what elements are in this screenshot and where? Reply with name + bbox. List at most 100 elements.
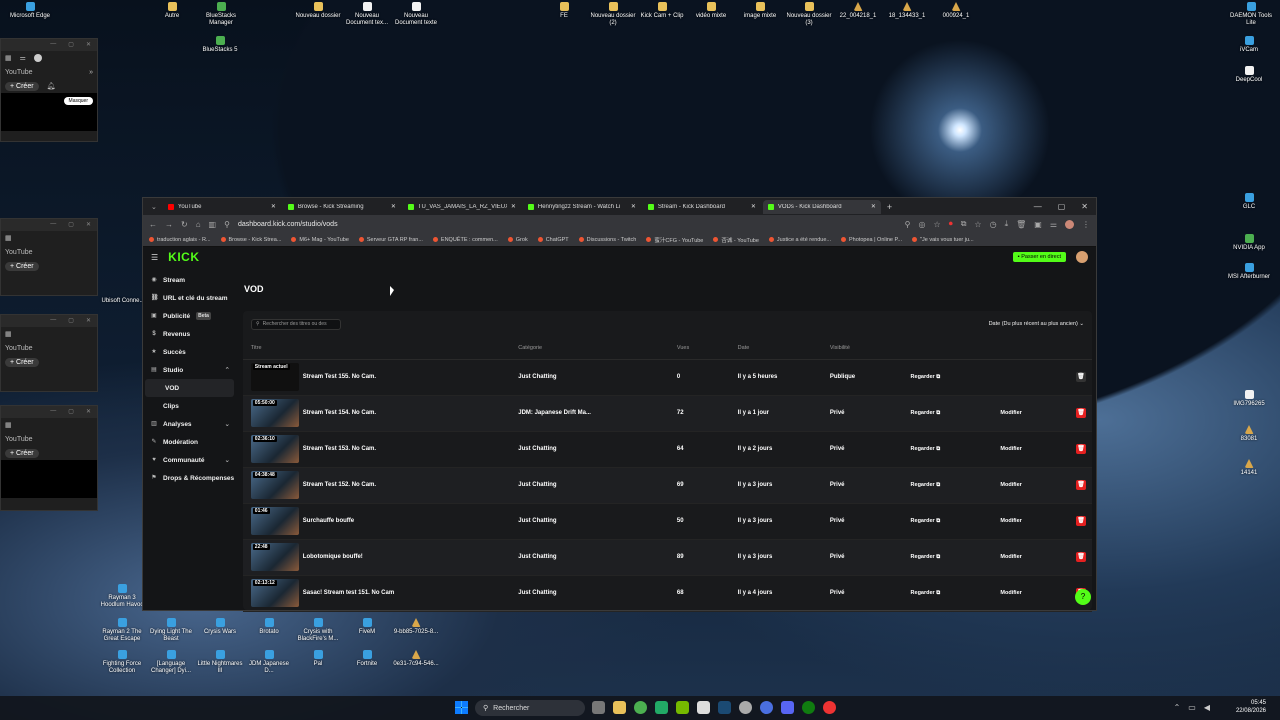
browser-tab[interactable]: Stream - Kick Dashboard ✕ [643, 200, 761, 214]
go-live-button[interactable]: ▪ Passer en direct [1012, 252, 1066, 262]
close-icon[interactable]: ✕ [86, 221, 91, 229]
desktop-icon-ubisoft[interactable]: Ubisoft Conne... [98, 298, 148, 305]
app-icon[interactable] [739, 701, 752, 714]
history-icon[interactable]: ◷ [990, 220, 997, 229]
sidebar-item-revenus[interactable]: $ Revenus [143, 325, 236, 343]
app-icon[interactable] [760, 701, 773, 714]
delete-icon[interactable]: 🗑︎ [1075, 372, 1086, 382]
sidebar-item-stream[interactable]: ◉ Stream [143, 271, 236, 289]
desktop-icon[interactable]: MSI Afterburner [1224, 263, 1274, 281]
browser-tab[interactable]: Hennytingzz Stream - Watch Li ✕ [523, 200, 641, 214]
maximize-icon[interactable]: ▢ [68, 408, 74, 416]
bookmark-item[interactable]: Discussions - Twitch [578, 237, 636, 243]
tab-search-icon[interactable]: ⌄ [147, 203, 161, 211]
avatar[interactable] [1076, 251, 1088, 263]
desktop-icon[interactable]: FiveM [342, 618, 392, 636]
desktop-icon[interactable]: Nouveau Document tex... [342, 2, 392, 27]
home-icon[interactable]: ⌂ [196, 220, 201, 229]
vod-thumbnail[interactable]: 05:50:00 [250, 399, 299, 427]
desktop-icon[interactable]: Nouveau dossier (2) [588, 2, 638, 27]
taskbar-search[interactable]: ⚲ Rechercher [475, 700, 585, 716]
vod-thumbnail[interactable]: 04:38:48 [250, 471, 299, 499]
chevron-right-icon[interactable]: » [89, 69, 93, 76]
edit-button[interactable]: Modifier [994, 443, 1027, 455]
desktop-icon[interactable]: Crysis Wars [195, 618, 245, 636]
minimize-icon[interactable]: — [50, 41, 56, 49]
mini-window[interactable]: — ▢ ✕ ▦ ⚌ YouTube » + Créer 🔔︎ Masquer [0, 38, 98, 142]
desktop-icon[interactable]: Nouveau Document texte [391, 2, 441, 27]
desktop-icon[interactable]: FE [539, 2, 589, 20]
create-button[interactable]: + Créer [5, 261, 39, 271]
favorites-icon[interactable]: ☆ [974, 220, 981, 229]
toolbar-icon[interactable]: ▦ [5, 330, 12, 338]
sidebar-item-publicité[interactable]: ▣ Publicité Beta [143, 307, 236, 325]
edit-button[interactable]: Modifier [994, 479, 1027, 491]
search-input[interactable]: ⚲ Rechercher des titres ou des [251, 318, 341, 330]
table-row[interactable]: 05:50:00 Stream Test 154. No Cam. JDM: Jap… [243, 395, 1092, 432]
eye-off-icon[interactable]: ◎ [919, 220, 926, 229]
desktop-icon[interactable]: 22_004218_1 [833, 2, 883, 20]
delete-icon[interactable]: 🗑︎ [1076, 552, 1086, 562]
bookmark-item[interactable]: traduction aglais - R... [149, 237, 211, 243]
table-row[interactable]: 02:13:12 Sasac! Stream test 151. No Cam Ju… [243, 575, 1092, 612]
desktop-icon[interactable]: 83081 [1224, 425, 1274, 443]
task-view-icon[interactable] [592, 701, 605, 714]
desktop-icon[interactable]: iVCam [1224, 36, 1274, 54]
url-input[interactable]: dashboard.kick.com/studio/vods [238, 221, 897, 228]
bell-icon[interactable]: 🔔︎ [47, 82, 56, 90]
bookmark-item[interactable]: Justice a été rendue... [768, 237, 831, 243]
desktop-icon[interactable]: NVIDIA App [1224, 234, 1274, 252]
steam-icon[interactable] [718, 701, 731, 714]
desktop-icon[interactable]: [Language Changer] Dyi... [146, 650, 196, 675]
sort-dropdown[interactable]: Date (Du plus récent au plus ancien) ⌄ [989, 321, 1084, 327]
edit-button[interactable]: Modifier [994, 515, 1027, 527]
network-icon[interactable]: ▭ [1188, 703, 1196, 712]
help-button[interactable]: ? [1075, 589, 1091, 605]
bookmark-item[interactable]: Browse - Kick Strea... [220, 237, 281, 243]
maximize-icon[interactable]: ▢ [68, 221, 74, 229]
bookmark-item[interactable]: "Je vais vous tuer ju... [912, 237, 974, 243]
sidebar-toggle-icon[interactable]: ▥ [209, 220, 217, 229]
discord-icon[interactable] [781, 701, 794, 714]
maximize-icon[interactable]: ▢ [1058, 202, 1066, 211]
desktop-icon[interactable]: GLC [1224, 193, 1274, 211]
back-icon[interactable]: ← [149, 220, 157, 229]
watch-button[interactable]: Regarder ⧉ [905, 371, 947, 384]
minimize-icon[interactable]: — [50, 221, 56, 229]
browser-window[interactable]: ⌄ YouTube ✕ Browse - Kick Streaming ✕ TU_VAS… [142, 197, 1097, 612]
mini-window[interactable]: — ▢ ✕ ▦ YouTube + Créer [0, 218, 98, 296]
desktop-icon[interactable]: Nouveau dossier [293, 2, 343, 20]
menu-icon[interactable]: ☰ [151, 253, 158, 262]
clock[interactable]: 05:45 22/08/2026 [1236, 699, 1266, 715]
sidebar-item-clips[interactable]: Clips [143, 397, 236, 415]
table-row[interactable]: 04:38:48 Stream Test 152. No Cam. Just Cha… [243, 467, 1092, 504]
sidebar-item-vod[interactable]: VOD [145, 379, 234, 397]
desktop-icon[interactable]: Fighting Force Collection [97, 650, 147, 675]
close-icon[interactable]: ✕ [511, 203, 516, 210]
desktop-icon[interactable]: 18_134433_1 [882, 2, 932, 20]
bookmark-item[interactable]: 蜜汁CFG - YouTube [646, 236, 703, 244]
chevron-up-icon[interactable]: ⌃ [1174, 703, 1181, 712]
nvidia-icon[interactable] [676, 701, 689, 714]
desktop-icon[interactable]: Crysis with BlackFire's M... [293, 618, 343, 643]
column-header[interactable]: Titre [250, 337, 519, 360]
desktop-icon[interactable]: 000924_1 [931, 2, 981, 20]
maximize-icon[interactable]: ▢ [68, 41, 74, 49]
desktop-icon[interactable]: Microsoft Edge [5, 2, 55, 20]
sidebar-item-modération[interactable]: ✎ Modération [143, 433, 236, 451]
column-header[interactable]: Date [737, 337, 830, 360]
app-icon[interactable] [823, 701, 836, 714]
vod-thumbnail[interactable]: 02:13:12 [250, 579, 299, 607]
minimize-icon[interactable]: — [1034, 202, 1042, 211]
column-header[interactable]: Vues [676, 337, 738, 360]
desktop-icon[interactable]: 14141 [1224, 459, 1274, 477]
bookmark-item[interactable]: ChatGPT [537, 237, 569, 243]
minimize-icon[interactable]: — [50, 408, 56, 416]
sidebar-item-communauté[interactable]: ♥ Communauté ⌄ [143, 451, 236, 469]
desktop-icon[interactable]: 0e31-7c94-546... [391, 650, 441, 668]
desktop-icon[interactable]: Autre [147, 2, 197, 20]
toolbar-icon[interactable]: ▦ [5, 234, 12, 242]
desktop-icon[interactable]: 9-bb85-7025-8... [391, 618, 441, 636]
mini-window[interactable]: — ▢ ✕ ▦ YouTube + Créer [0, 314, 98, 392]
column-header[interactable]: Visibilité [829, 337, 905, 360]
